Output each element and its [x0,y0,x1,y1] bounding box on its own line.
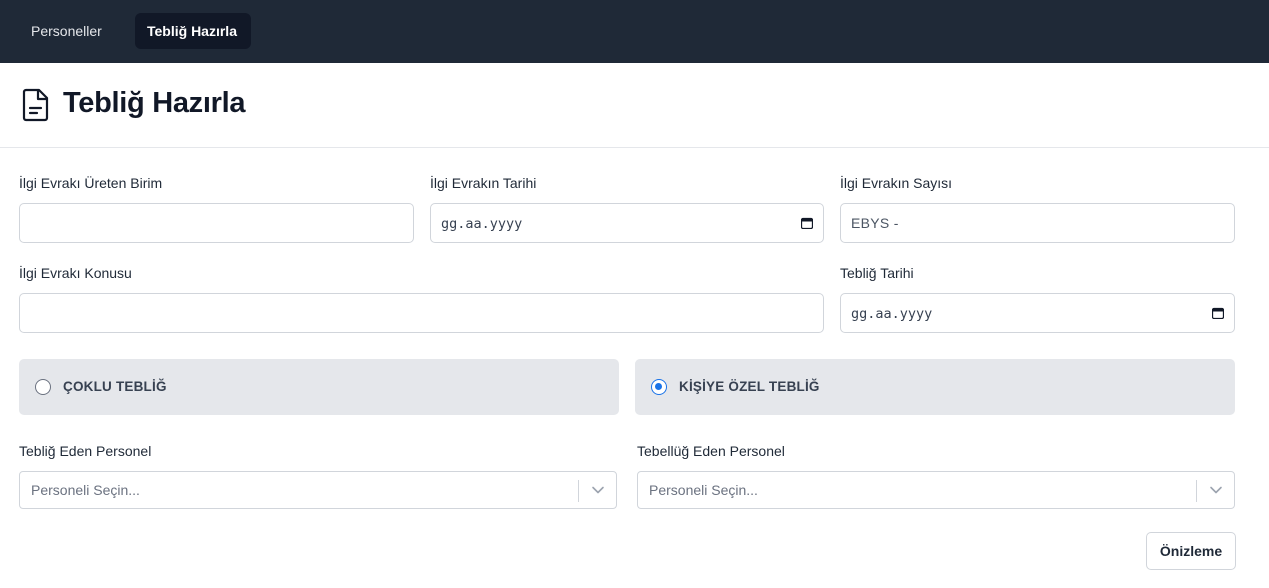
teblig-tarihi-input[interactable]: gg.aa.yyyy [840,293,1235,333]
konu-input[interactable] [19,293,824,333]
birim-label: İlgi Evrakı Üreten Birim [19,175,163,191]
nav-teblig-hazirla[interactable]: Tebliğ Hazırla [135,13,251,49]
tebelluq-eden-label: Tebellüğ Eden Personel [637,443,785,459]
radio-kisiye-ozel-label: KİŞİYE ÖZEL TEBLİĞ [679,379,820,394]
evrak-tarihi-label: İlgi Evrakın Tarihi [430,175,537,191]
page-header: Tebliğ Hazırla [0,63,1269,148]
tebelluq-eden-placeholder: Personeli Seçin... [649,482,758,498]
evrak-sayisi-value: EBYS - [851,215,899,231]
select-divider [578,480,579,502]
top-navbar: Personeller Tebliğ Hazırla [0,0,1269,63]
teblig-eden-label: Tebliğ Eden Personel [19,443,152,459]
birim-input[interactable] [19,203,414,243]
page-title: Tebliğ Hazırla [63,87,246,119]
calendar-icon[interactable] [1212,307,1224,319]
radio-button-unchecked[interactable] [35,379,51,395]
teblig-tarihi-label: Tebliğ Tarihi [840,265,914,281]
evrak-tarihi-input[interactable]: gg.aa.yyyy [430,203,824,243]
select-divider [1196,480,1197,502]
chevron-down-icon[interactable] [1209,485,1223,495]
teblig-tarihi-placeholder: gg.aa.yyyy [851,306,933,322]
radio-coklu-teblig[interactable]: ÇOKLU TEBLİĞ [19,359,619,415]
nav-personeller[interactable]: Personeller [19,13,114,49]
radio-button-checked[interactable] [651,379,667,395]
tebelluq-eden-select[interactable]: Personeli Seçin... [637,471,1235,509]
teblig-eden-placeholder: Personeli Seçin... [31,482,140,498]
document-icon [22,88,49,122]
konu-label: İlgi Evrakı Konusu [19,265,132,281]
radio-coklu-label: ÇOKLU TEBLİĞ [63,379,167,394]
radio-kisiye-ozel-teblig[interactable]: KİŞİYE ÖZEL TEBLİĞ [635,359,1235,415]
evrak-tarihi-placeholder: gg.aa.yyyy [441,216,523,232]
calendar-icon[interactable] [801,217,813,229]
teblig-eden-select[interactable]: Personeli Seçin... [19,471,617,509]
evrak-sayisi-label: İlgi Evrakın Sayısı [840,175,953,191]
evrak-sayisi-input[interactable]: EBYS - [840,203,1235,243]
chevron-down-icon[interactable] [591,485,605,495]
preview-button[interactable]: Önizleme [1146,532,1236,570]
